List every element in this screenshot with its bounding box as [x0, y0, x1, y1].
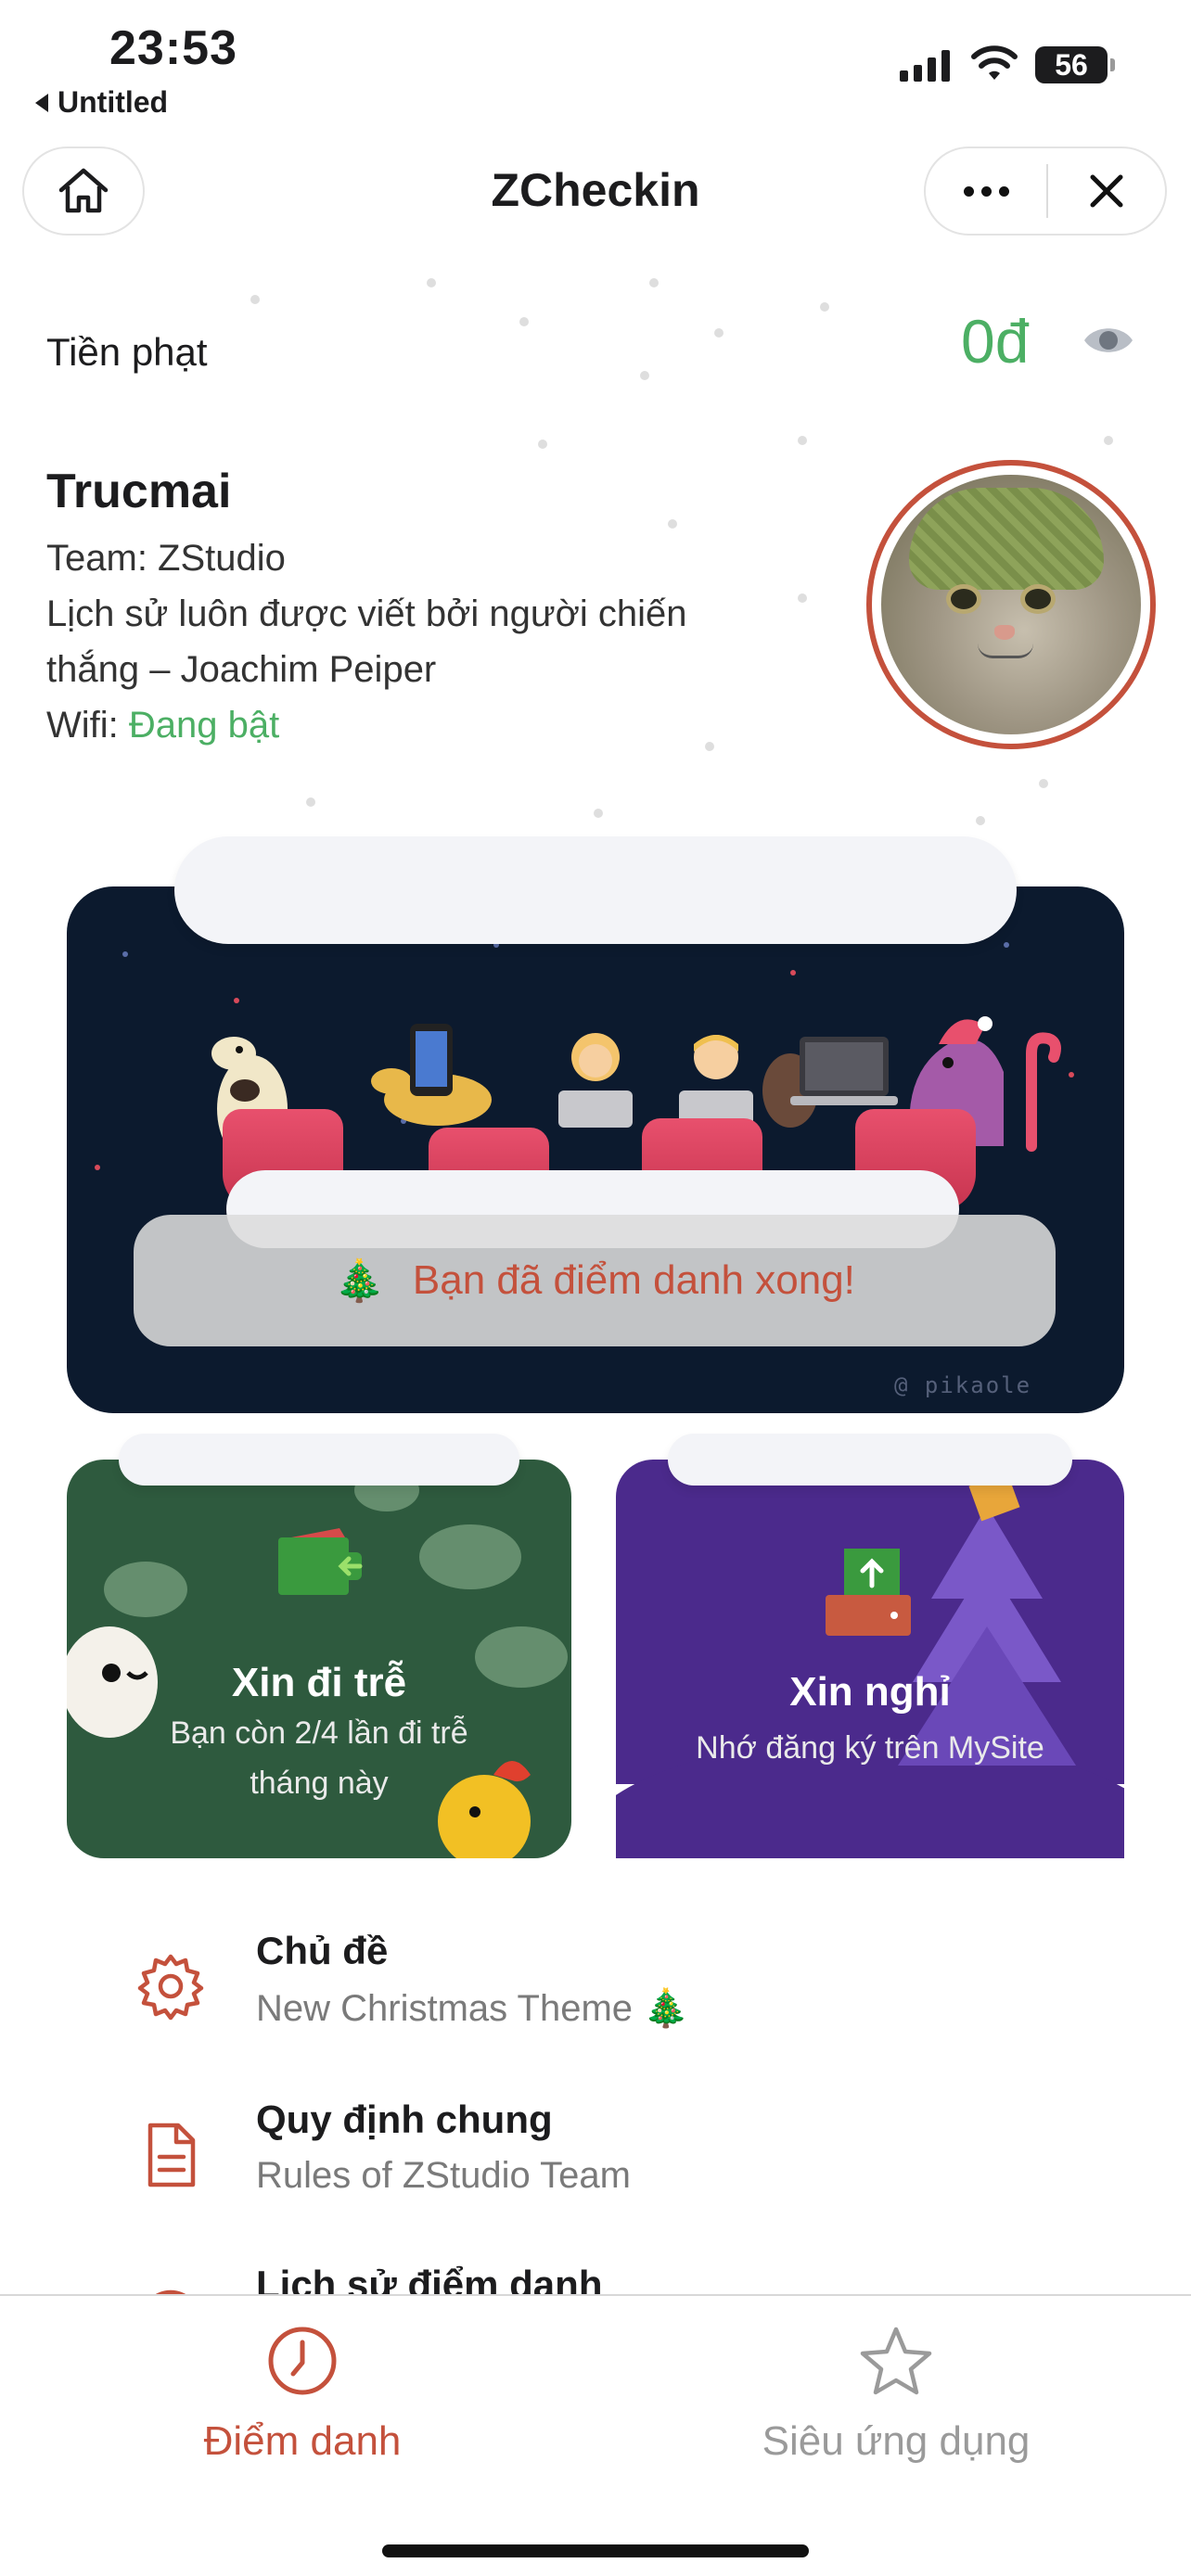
- mini-app-nav-bar: ZCheckin: [0, 139, 1191, 250]
- woman-laptop-emoji-icon: [558, 1033, 633, 1128]
- snow-cap-leave-card: [668, 1434, 1072, 1486]
- exit-door-up-icon: [826, 1549, 911, 1636]
- star-icon: [860, 2327, 932, 2395]
- mini-app-capsule: [924, 147, 1167, 236]
- battery-indicator: 56: [1035, 46, 1115, 83]
- late-request-title: Xin đi trễ: [231, 1660, 407, 1705]
- menu-item-title: Quy định chung: [256, 2098, 553, 2141]
- user-quote-line2: thắng – Joachim Peiper: [46, 649, 437, 690]
- user-name: Trucmai: [46, 465, 232, 518]
- clock-icon: [268, 2327, 337, 2395]
- artist-watermark: @ pikaole: [894, 1372, 1032, 1398]
- checkin-status-text: Bạn đã điểm danh xong!: [412, 1257, 855, 1303]
- fine-amount: 0đ: [961, 307, 1030, 376]
- back-app-label: Untitled: [58, 85, 169, 119]
- avatar[interactable]: [866, 460, 1156, 749]
- bottom-tab-bar: Điểm danh Siêu ứng dụng: [0, 2294, 1191, 2576]
- late-request-subtitle-line1: Bạn còn 2/4 lần đi trễ: [170, 1715, 468, 1751]
- menu-item-theme[interactable]: Chủ đề New Christmas Theme 🎄: [130, 1929, 1057, 2068]
- tab-super-apps-label: Siêu ứng dụng: [762, 2418, 1031, 2464]
- wifi-status-row: Wifi: Đang bật: [46, 697, 279, 753]
- wifi-icon: [971, 45, 1018, 80]
- status-bar: 23:53 Untitled 56: [0, 0, 1191, 130]
- close-button[interactable]: [1048, 148, 1165, 234]
- cat-avatar-image: [881, 475, 1141, 734]
- leave-request-title: Xin nghỉ: [789, 1669, 951, 1715]
- home-indicator[interactable]: [382, 2544, 809, 2557]
- more-options-button[interactable]: [926, 148, 1046, 234]
- close-icon: [1090, 174, 1123, 208]
- more-dots-icon: [963, 185, 974, 197]
- back-to-app-link[interactable]: Untitled: [35, 85, 168, 120]
- late-request-card[interactable]: Xin đi trễ Bạn còn 2/4 lần đi trễ tháng …: [67, 1460, 571, 1858]
- christmas-tree-icon: 🎄: [334, 1258, 385, 1304]
- tab-super-apps[interactable]: Siêu ứng dụng: [711, 2324, 1082, 2464]
- fine-label: Tiền phạt: [46, 330, 208, 374]
- menu-item-subtitle: Rules of ZStudio Team: [256, 2155, 631, 2196]
- wifi-status: Đang bật: [128, 705, 280, 746]
- status-time: 23:53: [109, 21, 237, 75]
- toggle-visibility-eye-icon[interactable]: [1082, 317, 1135, 363]
- menu-item-rules[interactable]: Quy định chung Rules of ZStudio Team: [130, 2098, 1057, 2237]
- lizard-character-icon: [371, 1024, 492, 1126]
- late-request-subtitle-line2: tháng này: [250, 1766, 389, 1801]
- cellular-signal-icon: [900, 50, 950, 82]
- leave-request-subtitle: Nhớ đăng ký trên MySite: [696, 1730, 1044, 1766]
- checkin-status-pill: 🎄 Bạn đã điểm danh xong!: [134, 1215, 1056, 1346]
- user-team: Team: ZStudio: [46, 538, 286, 579]
- document-icon: [147, 2123, 196, 2187]
- laptop-emoji-icon: [762, 1037, 898, 1128]
- leave-request-card[interactable]: Xin nghỉ Nhớ đăng ký trên MySite: [616, 1460, 1124, 1858]
- snow-cap-top: [174, 836, 1017, 944]
- tab-checkin[interactable]: Điểm danh: [117, 2324, 488, 2464]
- menu-item-title: Chủ đề: [256, 1929, 389, 1972]
- back-arrow-icon: [35, 93, 48, 112]
- tab-checkin-label: Điểm danh: [203, 2418, 402, 2464]
- snow-cap-late-card: [119, 1434, 519, 1486]
- user-quote-line1: Lịch sử luôn được viết bởi người chiến: [46, 593, 687, 634]
- gear-icon: [137, 1954, 204, 2021]
- menu-item-subtitle: New Christmas Theme 🎄: [256, 1988, 689, 2029]
- wallet-out-icon: [278, 1528, 363, 1595]
- wifi-label: Wifi:: [46, 705, 129, 746]
